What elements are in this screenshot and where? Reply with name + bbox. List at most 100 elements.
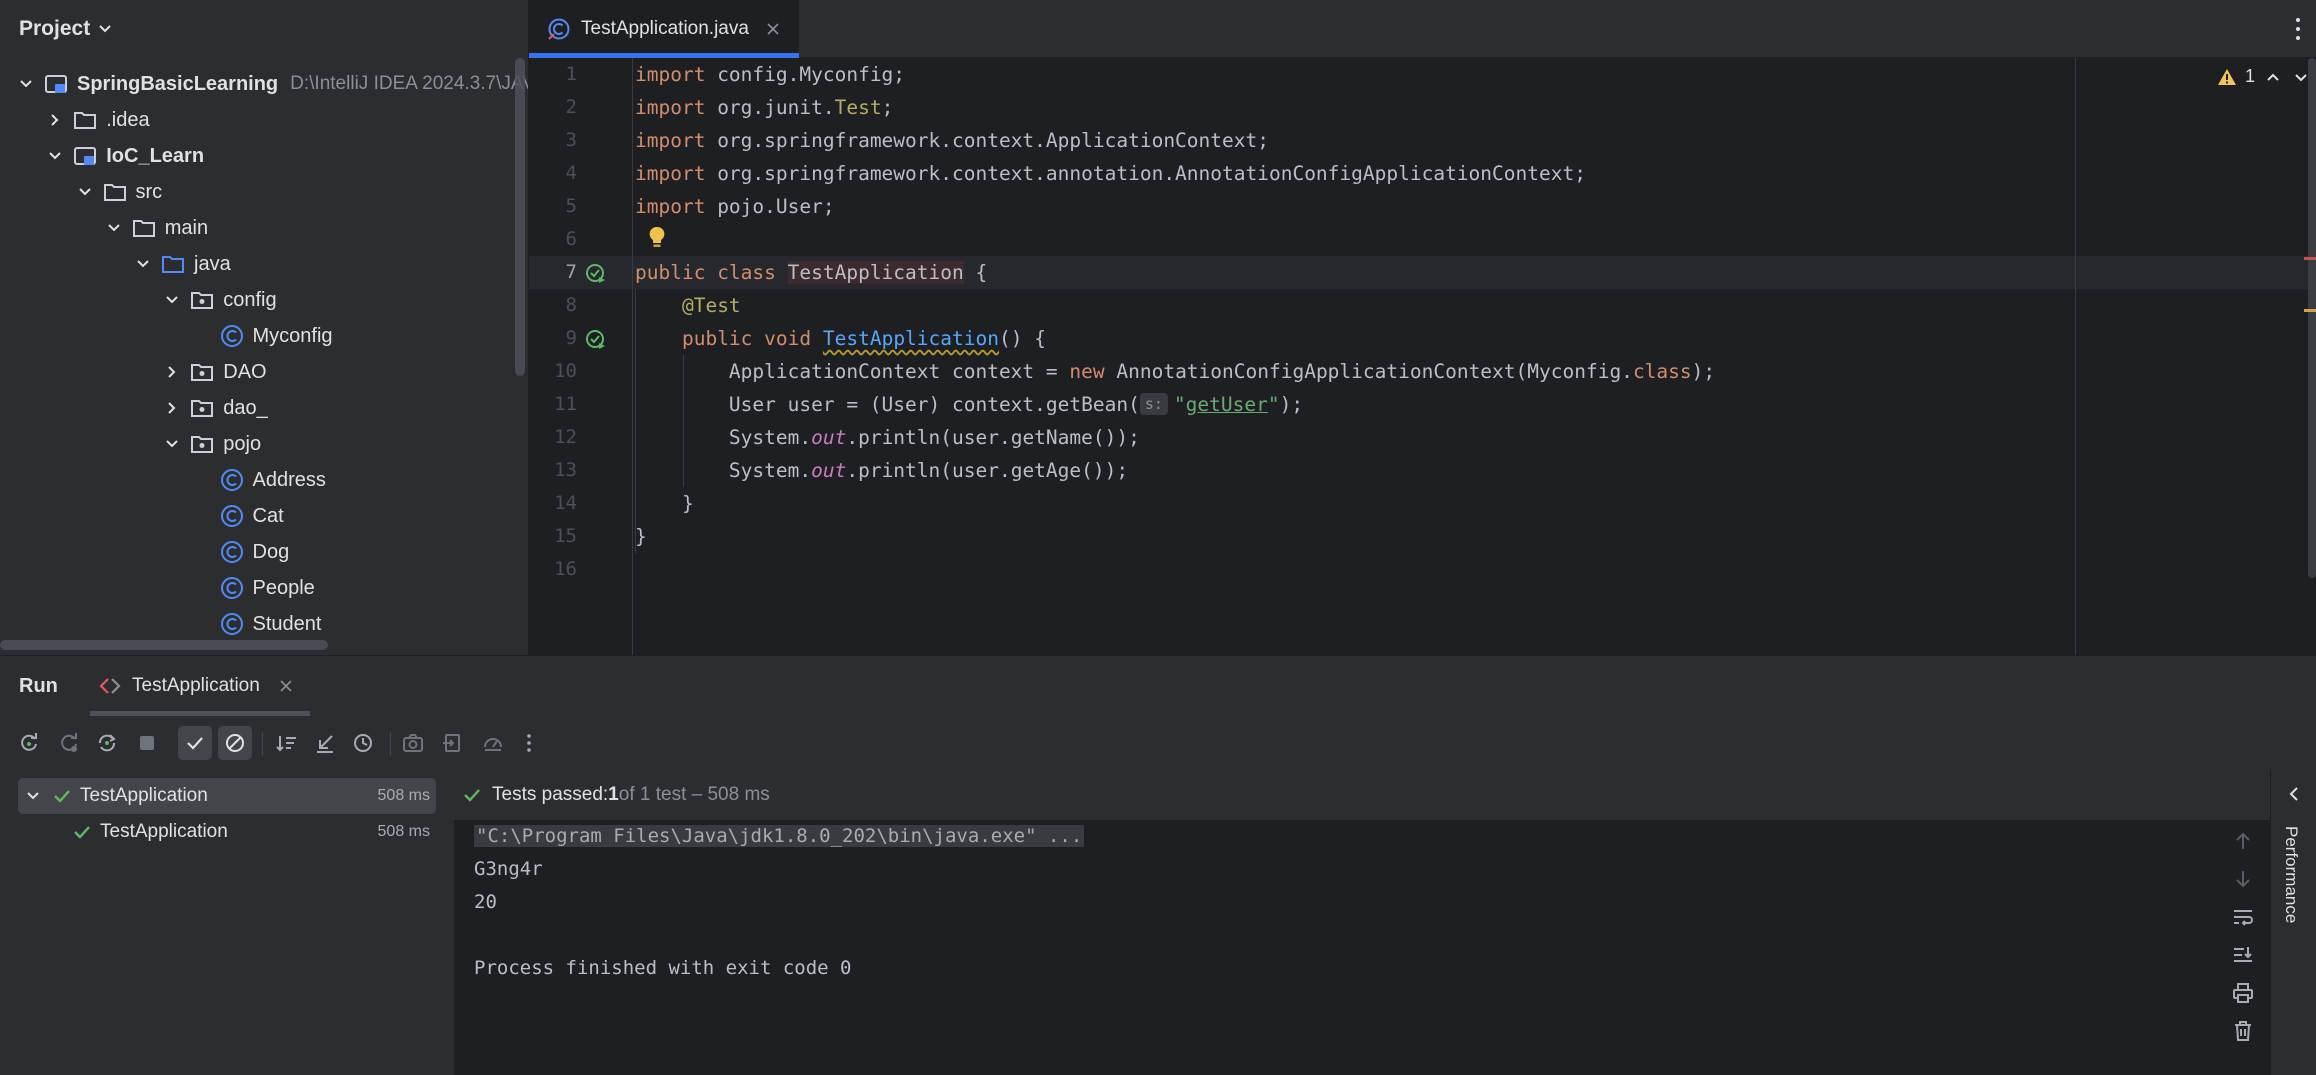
warning-icon: [2218, 68, 2236, 85]
run-test-gutter-icon[interactable]: [585, 263, 607, 285]
tree-item-label: src: [135, 180, 163, 203]
tree-item-student[interactable]: Student: [0, 606, 528, 642]
show-passed-toggle[interactable]: [178, 726, 212, 760]
performance-tab[interactable]: Performance: [2281, 826, 2301, 923]
method-name: TestApplication: [822, 327, 999, 350]
code-line: 8 @Test: [529, 289, 2316, 322]
code-text: }: [681, 492, 694, 515]
rerun-failed-button[interactable]: [52, 726, 86, 760]
chevron-down-icon[interactable]: [22, 785, 44, 807]
more-vertical-icon[interactable]: [2294, 16, 2302, 42]
chevron-right-icon[interactable]: [161, 397, 183, 419]
run-tab-testapplication[interactable]: TestApplication: [90, 656, 302, 716]
tree-item-label: SpringBasicLearning: [77, 72, 279, 95]
sort-button[interactable]: [270, 726, 304, 760]
chevron-down-icon[interactable]: [74, 181, 96, 203]
test-case-row[interactable]: TestApplication 508 ms: [18, 814, 436, 850]
clock-icon: [354, 734, 372, 752]
arrow-down-icon[interactable]: [2232, 868, 2254, 890]
code-text: .println(user.getAge());: [846, 459, 1129, 482]
soft-wrap-icon[interactable]: [2232, 906, 2254, 928]
import-tests-button[interactable]: [308, 726, 342, 760]
tree-item-label: java: [194, 252, 231, 275]
test-suite-row[interactable]: TestApplication 508 ms: [18, 778, 436, 814]
project-panel-header[interactable]: Project: [0, 0, 528, 58]
code-text: System.: [728, 426, 812, 449]
tree-item-people[interactable]: People: [0, 570, 528, 606]
tree-item-java[interactable]: java: [0, 246, 528, 282]
line-number: 12: [554, 426, 577, 448]
string-quote: ": [1267, 393, 1280, 416]
scroll-to-end-icon[interactable]: [2232, 944, 2254, 966]
project-vertical-scrollbar[interactable]: [515, 58, 525, 376]
console-toolbar: [2216, 820, 2270, 1075]
error-stripe-mark[interactable]: [2304, 257, 2316, 260]
chevron-right-icon[interactable]: [161, 361, 183, 383]
tree-item-main[interactable]: main: [0, 210, 528, 246]
project-horizontal-scrollbar[interactable]: [0, 640, 328, 650]
tree-item-springbasiclearning[interactable]: SpringBasicLearning D:\IntelliJ IDEA 2024…: [0, 66, 529, 102]
code-text: .println(user.getName());: [846, 426, 1140, 449]
rerun-button[interactable]: [12, 726, 46, 760]
export-button[interactable]: [436, 726, 470, 760]
chevron-down-icon[interactable]: [15, 73, 37, 95]
chevron-down-icon[interactable]: [161, 433, 183, 455]
chevron-down-icon[interactable]: [132, 253, 154, 275]
trash-icon[interactable]: [2232, 1020, 2254, 1042]
chevron-right-icon[interactable]: [44, 109, 66, 131]
chevron-down-icon[interactable]: [44, 145, 66, 167]
show-ignored-toggle[interactable]: [218, 726, 252, 760]
chevron-down-icon[interactable]: [161, 289, 183, 311]
code-area[interactable]: 1 import config.Myconfig; 2 import org.jun…: [529, 58, 2316, 655]
tab-testapplication-java[interactable]: TestApplication.java: [529, 0, 799, 58]
status-suffix: of 1 test – 508 ms: [618, 784, 770, 805]
inspection-widget[interactable]: 1: [2217, 66, 2311, 87]
toggle-auto-test-button[interactable]: [90, 726, 124, 760]
lightbulb-icon[interactable]: [647, 225, 667, 249]
arrow-up-icon[interactable]: [2232, 830, 2254, 852]
class-icon: [220, 325, 243, 347]
tree-item-ioc-learn[interactable]: IoC_Learn: [0, 138, 528, 174]
tree-item-address[interactable]: Address: [0, 462, 528, 498]
editor-vertical-scrollbar[interactable]: [2308, 58, 2316, 578]
package-icon: [191, 364, 214, 381]
tree-item-label: Dog: [252, 540, 290, 563]
keyword: public: [681, 327, 753, 350]
warning-stripe-mark[interactable]: [2304, 309, 2316, 312]
tree-item-dao[interactable]: dao_: [0, 390, 528, 426]
console-line: Process finished with exit code 0: [474, 957, 852, 979]
console-command[interactable]: "C:\Program Files\Java\jdk1.8.0_202\bin\…: [474, 825, 1085, 847]
tree-item-label: pojo: [223, 432, 262, 455]
coverage-button[interactable]: [476, 726, 510, 760]
stop-button[interactable]: [130, 726, 164, 760]
code-line: 16: [529, 553, 2316, 586]
tree-item-myconfig[interactable]: Myconfig: [0, 318, 528, 354]
close-tab-icon[interactable]: [765, 21, 781, 37]
print-icon[interactable]: [2232, 982, 2254, 1004]
tree-item-cat[interactable]: Cat: [0, 498, 528, 534]
warning-count: 1: [2245, 66, 2256, 86]
more-options-button[interactable]: [512, 726, 546, 760]
tree-item-pojo[interactable]: pojo: [0, 426, 528, 462]
chevron-up-icon[interactable]: [2263, 67, 2283, 87]
screenshot-button[interactable]: [396, 726, 430, 760]
class-icon: [220, 577, 243, 599]
console-output[interactable]: "C:\Program Files\Java\jdk1.8.0_202\bin\…: [454, 820, 2216, 1075]
run-test-gutter-icon[interactable]: [585, 329, 607, 351]
editor-tab-bar: TestApplication.java: [529, 0, 2316, 58]
test-history-button[interactable]: [346, 726, 380, 760]
tree-item-idea[interactable]: .idea: [0, 102, 528, 138]
keyword: void: [752, 327, 823, 350]
chevron-left-icon[interactable]: [2284, 784, 2304, 804]
chevron-down-icon[interactable]: [103, 217, 125, 239]
module-path: D:\IntelliJ IDEA 2024.3.7\JAVA: [290, 73, 529, 94]
tree-item-dog[interactable]: Dog: [0, 534, 528, 570]
tree-item-src[interactable]: src: [0, 174, 528, 210]
chevron-down-icon[interactable]: [94, 18, 116, 40]
line-number: 3: [565, 129, 577, 151]
close-tab-icon[interactable]: [278, 678, 294, 694]
test-passed-icon: [464, 789, 480, 802]
checkmark-icon: [187, 737, 203, 750]
tree-item-dao[interactable]: DAO: [0, 354, 528, 390]
tree-item-config[interactable]: config: [0, 282, 528, 318]
